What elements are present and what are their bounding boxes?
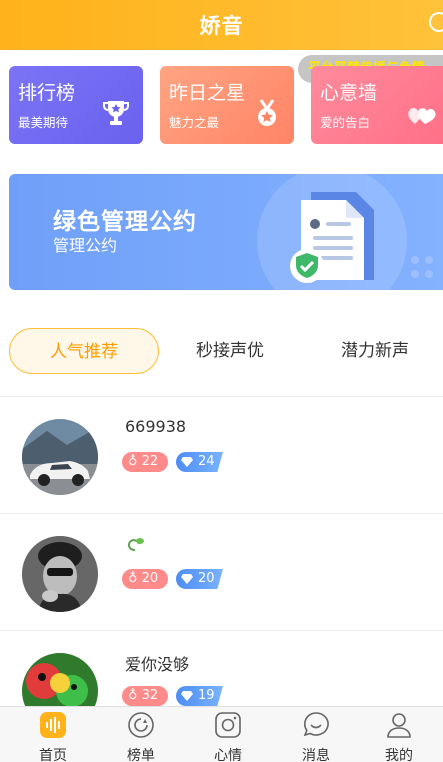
banner-title: 绿色管理公约 [53,209,197,235]
bottom-nav: 首页 榜单 心情 消息 我的 [0,706,443,762]
profile-icon [387,713,411,738]
charm-level: 32 [141,688,159,703]
nav-messages[interactable]: 消息 [272,707,360,762]
convention-banner[interactable]: 绿色管理公约 管理公约 [9,174,443,290]
diamond-icon [181,457,193,467]
nav-label: 消息 [302,748,330,762]
user-name: 爱你没够 [125,655,190,674]
diamond-icon [181,691,193,701]
nav-mood[interactable]: 心情 [184,707,272,762]
charm-badge: ♁ 32 [122,686,168,706]
card-subtitle: 爱的告白 [320,115,371,130]
wealth-level: 19 [198,688,215,703]
app-title: 娇音 [199,14,244,38]
charm-level: 22 [141,454,159,469]
tab-quick-answer[interactable]: 秒接声优 [175,328,285,374]
charm-level: 20 [141,571,159,586]
category-tabs: 人气推荐 秒接声优 潜力新声 [0,326,443,380]
sprout-icon [127,538,144,551]
wealth-level: 24 [198,454,215,469]
card-ranking[interactable]: 排行榜 最美期待 [9,66,143,144]
message-icon [303,712,329,737]
wealth-badge: 20 [176,569,223,589]
charm-badge: ♁ 20 [122,569,168,589]
card-subtitle: 魅力之最 [169,115,220,130]
diamond-icon [181,574,193,584]
list-item[interactable]: 669938 ♁ 22 24 [0,397,443,513]
hearts-icon [408,108,436,124]
card-subtitle: 最美期待 [18,115,69,130]
tab-popular[interactable]: 人气推荐 [9,328,159,374]
dots-decoration [411,256,433,278]
wealth-badge: 24 [176,452,223,472]
search-icon[interactable] [429,12,443,32]
card-heart-wall[interactable]: 心意墙 爱的告白 [311,66,443,144]
nav-label: 我的 [385,748,413,762]
nav-profile[interactable]: 我的 [355,707,443,762]
medal-icon [258,99,276,126]
app-header: 娇音 [0,0,443,50]
nav-ranking[interactable]: 榜单 [97,707,185,762]
charm-badge: ♁ 22 [122,452,168,472]
avatar [22,419,98,495]
banner-subtitle: 管理公约 [53,236,118,255]
home-sound-icon [40,712,66,738]
avatar [22,536,98,612]
camera-icon [215,712,241,738]
nav-label: 心情 [214,748,242,762]
card-title: 昨日之星 [169,82,246,104]
tab-new-voices[interactable]: 潜力新声 [320,328,430,374]
nav-label: 首页 [39,748,67,762]
document-shield-icon [290,192,374,283]
card-yesterday-star[interactable]: 昨日之星 魅力之最 [160,66,294,144]
ranking-icon [128,712,154,738]
nav-label: 榜单 [127,748,155,762]
wealth-level: 20 [198,571,215,586]
trophy-icon [103,101,129,125]
card-title: 心意墙 [320,82,378,104]
user-name: 669938 [125,417,187,436]
nav-home[interactable]: 首页 [9,707,97,762]
wealth-badge: 19 [176,686,223,706]
list-item[interactable]: ♁ 20 20 [0,514,443,630]
card-title: 排行榜 [18,82,76,104]
